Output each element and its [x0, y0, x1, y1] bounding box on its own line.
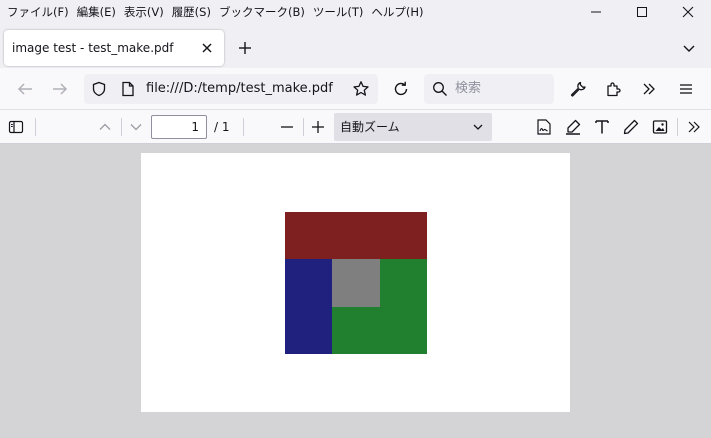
menu-item-tools[interactable]: ツール(T) [309, 0, 368, 24]
sidebar-icon [8, 120, 24, 134]
menu-item-bookmarks[interactable]: ブックマーク(B) [215, 0, 309, 24]
puzzle-icon [607, 82, 621, 97]
back-button[interactable] [11, 75, 39, 103]
wrench-icon [570, 81, 586, 97]
chevron-down-icon [473, 124, 483, 130]
zoom-select[interactable]: 自動ズーム [334, 113, 492, 141]
arrow-right-icon [53, 83, 68, 95]
url-text[interactable]: file:///D:/temp/test_make.pdf [146, 74, 333, 104]
toolbar-divider [121, 118, 122, 136]
maximize-button[interactable] [619, 0, 665, 24]
pdf-image-center-block [332, 259, 380, 307]
minus-icon [281, 126, 293, 128]
tab-title: image test - test_make.pdf [12, 41, 174, 55]
plus-icon [239, 42, 251, 54]
tab-strip: image test - test_make.pdf [0, 24, 711, 68]
more-tools-button[interactable] [635, 75, 663, 103]
pdf-toolbar: 1 / 1 自動ズーム [0, 110, 711, 144]
minimize-icon [591, 11, 601, 13]
new-tab-button[interactable] [233, 36, 257, 60]
pdf-more-tools-button[interactable] [681, 114, 707, 140]
sidebar-toggle-button[interactable] [3, 114, 29, 140]
search-bar[interactable]: 検索 [424, 74, 554, 104]
menu-item-view[interactable]: 表示(V) [120, 0, 168, 24]
zoom-in-button[interactable] [305, 114, 331, 140]
extensions-button[interactable] [600, 75, 628, 103]
pdf-viewer[interactable] [0, 145, 711, 438]
search-placeholder: 検索 [455, 81, 482, 96]
toolbar-divider [303, 118, 304, 136]
tab-list-button[interactable] [677, 36, 701, 60]
chevron-down-icon [130, 124, 142, 131]
window-controls [573, 0, 711, 24]
menu-bar: ファイル(F) 編集(E) 表示(V) 履歴(S) ブックマーク(B) ツール(… [0, 0, 711, 24]
double-chevron-right-icon [688, 121, 700, 133]
forward-button[interactable] [46, 75, 74, 103]
highlighter-icon [566, 119, 581, 135]
chevron-up-icon [99, 123, 111, 130]
draw-button[interactable] [618, 114, 644, 140]
pdf-image-left-block [285, 259, 332, 354]
image-icon [652, 120, 668, 134]
reload-icon [394, 81, 408, 96]
url-bar[interactable]: file:///D:/temp/test_make.pdf [84, 74, 378, 104]
pencil-icon [623, 119, 639, 135]
chevron-down-icon [683, 45, 695, 52]
menu-item-help[interactable]: ヘルプ(H) [367, 0, 427, 24]
pdf-page [141, 153, 570, 412]
arrow-left-icon [17, 83, 32, 95]
menu-item-file[interactable]: ファイル(F) [3, 0, 73, 24]
toolbar-divider [677, 118, 678, 136]
signature-icon [537, 119, 551, 135]
toolbar-divider [35, 118, 36, 136]
double-chevron-right-icon [643, 83, 655, 95]
minimize-button[interactable] [573, 0, 619, 24]
bookmark-star-icon[interactable] [352, 80, 370, 98]
close-icon [682, 6, 694, 18]
add-signature-button[interactable] [531, 114, 557, 140]
tools-button[interactable] [564, 75, 592, 103]
page-number-input[interactable]: 1 [151, 115, 207, 139]
navigation-bar: file:///D:/temp/test_make.pdf 検索 [0, 68, 711, 110]
add-text-button[interactable] [589, 114, 615, 140]
app-menu-button[interactable] [672, 75, 700, 103]
shield-icon[interactable] [91, 81, 107, 97]
tab-close-button[interactable] [196, 37, 218, 59]
menu-item-history[interactable]: 履歴(S) [168, 0, 215, 24]
menu: ファイル(F) 編集(E) 表示(V) 履歴(S) ブックマーク(B) ツール(… [0, 0, 427, 24]
add-image-button[interactable] [647, 114, 673, 140]
hamburger-icon [680, 84, 692, 94]
zoom-select-value: 自動ズーム [340, 120, 400, 134]
previous-page-button[interactable] [92, 114, 118, 140]
close-window-button[interactable] [665, 0, 711, 24]
tab-active[interactable]: image test - test_make.pdf [4, 30, 224, 66]
close-icon [202, 43, 212, 53]
page-count: / 1 [214, 120, 230, 134]
plus-icon [312, 121, 324, 133]
text-icon [595, 120, 609, 134]
maximize-icon [637, 7, 647, 17]
menu-item-edit[interactable]: 編集(E) [73, 0, 120, 24]
page-icon[interactable] [121, 81, 135, 97]
pdf-image-top-block [285, 212, 427, 259]
search-icon [432, 81, 448, 97]
toolbar-divider [243, 118, 244, 136]
reload-button[interactable] [387, 75, 415, 103]
next-page-button[interactable] [123, 114, 149, 140]
zoom-out-button[interactable] [274, 114, 300, 140]
highlight-button[interactable] [560, 114, 586, 140]
